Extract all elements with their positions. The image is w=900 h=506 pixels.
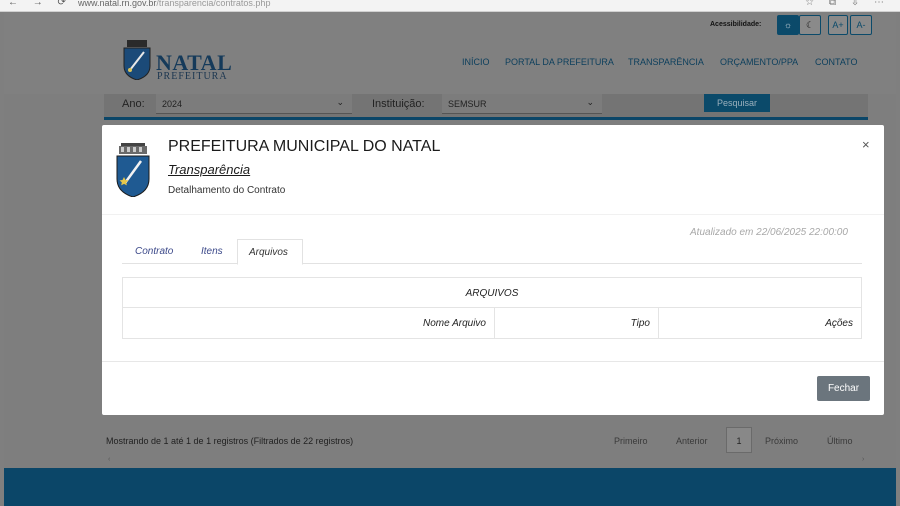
menu-item-portal[interactable]: PORTAL DA PREFEITURA [505,57,614,67]
updated-timestamp: Atualizado em 22/06/2025 22:00:00 [690,227,848,238]
font-increase-button[interactable]: A+ [828,15,848,35]
tab-bar: Contrato Itens Arquivos [122,239,862,265]
browser-toolbar: ← → ⟳ www.natal.rn.gov.br/transparencia/… [0,0,900,12]
natal-coat-of-arms-icon [116,143,150,197]
column-header-nome-arquivo[interactable]: Nome Arquivo [123,308,495,338]
font-decrease-button[interactable]: A- [850,15,872,35]
scroll-left-icon[interactable]: ‹ [108,456,110,463]
header-divider [102,214,884,215]
scroll-right-icon[interactable]: › [862,456,864,463]
close-button[interactable]: Fechar [817,376,870,401]
site-footer [4,468,896,506]
chevron-down-icon: ⌄ [336,97,344,107]
ano-value: 2024 [162,99,183,109]
close-icon[interactable]: × [862,137,870,152]
url-path: /transparencia/contratos.php [156,0,271,8]
menu-item-inicio[interactable]: INÍCIO [462,57,490,67]
moon-icon: ☾ [805,19,815,30]
browser-nav-icons[interactable]: ← → ⟳ [8,0,72,8]
natal-coat-of-arms-icon [123,40,151,80]
modal-title: PREFEITURA MUNICIPAL DO NATAL [168,138,441,155]
modal-subtitle: Detalhamento do Contrato [168,185,286,196]
pagination-last[interactable]: Último [827,436,853,446]
transparencia-link[interactable]: Transparência [168,162,250,177]
pagination-first[interactable]: Primeiro [614,436,648,446]
instituicao-value: SEMSUR [448,99,487,109]
contract-detail-modal: PREFEITURA MUNICIPAL DO NATAL Transparên… [102,125,884,415]
instituicao-label: Instituição: [372,98,425,110]
menu-item-orcamento[interactable]: ORÇAMENTO/PPA [720,57,798,67]
chevron-down-icon: ⌄ [586,97,594,107]
filter-bar: Ano: 2024 ⌄ Instituição: SEMSUR ⌄ Pesqui… [104,94,868,120]
url-host: www.natal.rn.gov.br [78,0,157,8]
dark-mode-button[interactable]: ☾ [799,15,821,35]
sun-icon: ☼ [783,20,793,30]
table-caption: ARQUIVOS [123,278,861,308]
tab-contrato[interactable]: Contrato [135,239,185,264]
contrast-button[interactable]: ☼ [777,15,799,35]
pagination-previous[interactable]: Anterior [676,436,708,446]
browser-tool-icons[interactable]: ☆ ⧉ ⇩ ⋯ [805,0,890,8]
site-header: NATAL PREFEITURA Acessibilidade: ☼ ☾ A+ … [4,12,896,94]
pagination-next[interactable]: Próximo [765,436,798,446]
accessibility-label: Acessibilidade: [710,21,762,28]
search-button[interactable]: Pesquisar [704,94,770,112]
column-header-acoes[interactable]: Ações [659,308,861,338]
footer-divider [102,361,884,362]
pagination-current-page[interactable]: 1 [726,427,752,453]
menu-item-transparencia[interactable]: TRANSPARÊNCIA [628,57,704,67]
address-bar[interactable]: www.natal.rn.gov.br/transparencia/contra… [78,0,270,8]
site-logo-subtitle: PREFEITURA [157,71,228,82]
tab-arquivos[interactable]: Arquivos [237,239,303,265]
arquivos-table: ARQUIVOS Nome Arquivo Tipo Ações [122,277,862,339]
ano-label: Ano: [122,98,145,110]
instituicao-select[interactable]: SEMSUR ⌄ [442,94,602,114]
records-info: Mostrando de 1 até 1 de 1 registros (Fil… [106,436,354,446]
menu-item-contato[interactable]: CONTATO [815,57,858,67]
ano-select[interactable]: 2024 ⌄ [156,94,352,114]
tab-itens[interactable]: Itens [201,239,231,264]
column-header-tipo[interactable]: Tipo [495,308,659,338]
